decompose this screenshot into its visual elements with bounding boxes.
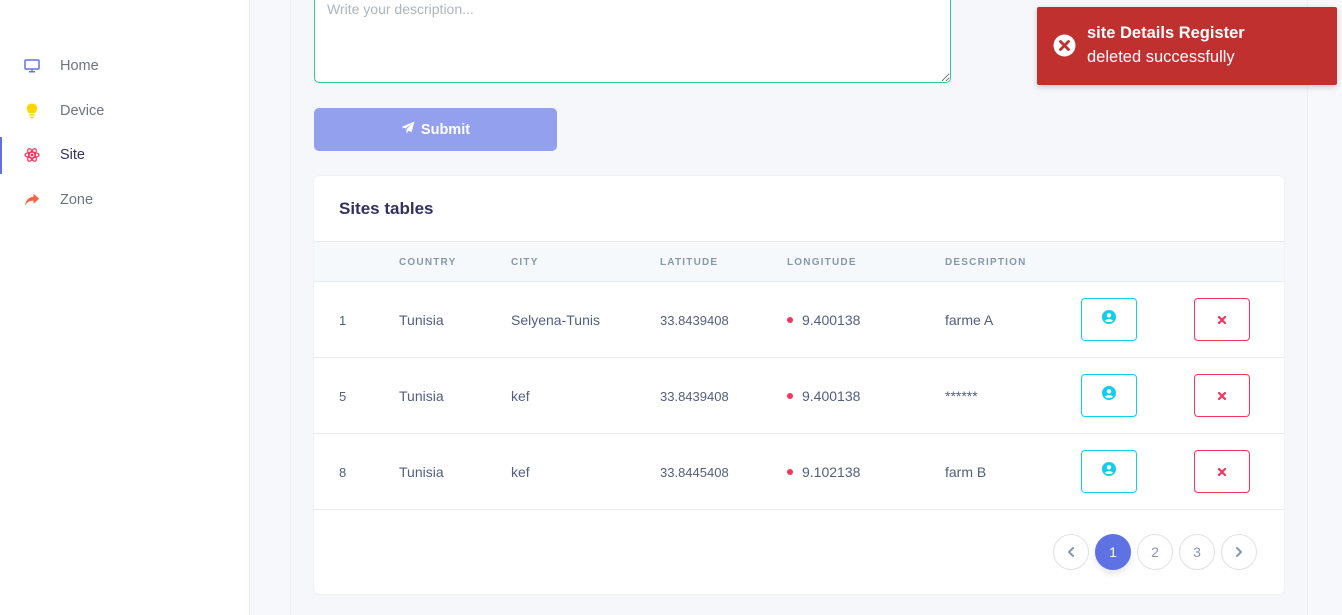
error-circle-icon bbox=[1053, 34, 1076, 57]
sidebar-item-device[interactable]: Device bbox=[0, 89, 250, 134]
sidebar-item-label: Home bbox=[60, 58, 99, 75]
column-header-city: CITY bbox=[511, 257, 539, 268]
table-header: COUNTRY CITY LATITUDE LONGITUDE DESCRIPT… bbox=[314, 241, 1284, 282]
user-circle-icon bbox=[1102, 462, 1116, 481]
row-description: ****** bbox=[945, 388, 978, 404]
monitor-icon bbox=[24, 58, 40, 74]
row-country: Tunisia bbox=[399, 388, 444, 404]
pagination-page-1[interactable]: 1 bbox=[1095, 534, 1131, 570]
atom-icon bbox=[24, 147, 40, 163]
row-city: kef bbox=[511, 388, 530, 404]
pagination-prev[interactable] bbox=[1053, 534, 1089, 570]
pagination-page-2[interactable]: 2 bbox=[1137, 534, 1173, 570]
row-latitude: 33.8439408 bbox=[660, 313, 729, 328]
paper-plane-icon bbox=[401, 121, 415, 138]
bulb-icon bbox=[24, 103, 40, 119]
chevron-left-icon bbox=[1067, 544, 1075, 560]
row-latitude: 33.8439408 bbox=[660, 389, 729, 404]
row-country: Tunisia bbox=[399, 312, 444, 328]
chevron-right-icon bbox=[1235, 544, 1243, 560]
submit-label: Submit bbox=[420, 121, 471, 138]
sidebar-item-home[interactable]: Home bbox=[0, 44, 250, 89]
pagination-page-3[interactable]: 3 bbox=[1179, 534, 1215, 570]
longitude-value: 9.400138 bbox=[802, 312, 861, 328]
sidebar-item-zone[interactable]: Zone bbox=[0, 178, 250, 223]
view-button[interactable] bbox=[1081, 298, 1137, 341]
card-title: Sites tables bbox=[339, 199, 434, 218]
sidebar-item-site[interactable]: Site bbox=[0, 133, 250, 178]
status-dot bbox=[787, 317, 793, 324]
submit-button[interactable]: Submit bbox=[314, 108, 557, 151]
row-description: farm B bbox=[945, 464, 987, 480]
toast-title: site Details Register bbox=[1087, 24, 1245, 42]
sidebar-nav: Home Device Site Zone bbox=[0, 44, 250, 222]
close-icon bbox=[1217, 463, 1227, 481]
row-id: 1 bbox=[339, 313, 347, 328]
longitude-value: 9.400138 bbox=[802, 388, 861, 404]
delete-button[interactable] bbox=[1194, 298, 1250, 341]
status-dot bbox=[787, 469, 793, 476]
view-button[interactable] bbox=[1081, 450, 1137, 493]
column-header-description: DESCRIPTION bbox=[945, 257, 1027, 268]
description-textarea[interactable] bbox=[314, 0, 951, 83]
row-id: 5 bbox=[339, 389, 347, 404]
user-circle-icon bbox=[1102, 386, 1116, 405]
sidebar-item-label: Zone bbox=[60, 192, 94, 209]
delete-button[interactable] bbox=[1194, 450, 1250, 493]
sidebar-item-label: Site bbox=[60, 147, 85, 164]
close-icon bbox=[1217, 387, 1227, 405]
toast-message: deleted successfully bbox=[1087, 48, 1235, 66]
column-header-latitude: LATITUDE bbox=[660, 257, 719, 268]
pagination: 1 2 3 bbox=[1053, 534, 1257, 570]
column-header-country: COUNTRY bbox=[399, 257, 457, 268]
pagination-next[interactable] bbox=[1221, 534, 1257, 570]
longitude-value: 9.102138 bbox=[802, 464, 861, 480]
table-row: 5 Tunisia kef 33.8439408 9.400138 ****** bbox=[314, 358, 1284, 434]
row-latitude: 33.8445408 bbox=[660, 465, 729, 480]
status-dot bbox=[787, 393, 793, 400]
sidebar: Home Device Site Zone bbox=[0, 0, 250, 615]
row-city: kef bbox=[511, 464, 530, 480]
row-country: Tunisia bbox=[399, 464, 444, 480]
delete-button[interactable] bbox=[1194, 374, 1250, 417]
row-id: 8 bbox=[339, 465, 347, 480]
error-toast[interactable]: site Details Register deleted successful… bbox=[1037, 7, 1337, 85]
row-longitude: 9.102138 bbox=[787, 464, 860, 480]
table-row: 1 Tunisia Selyena-Tunis 33.8439408 9.400… bbox=[314, 282, 1284, 358]
sidebar-item-label: Device bbox=[60, 102, 105, 119]
share-arrow-icon bbox=[24, 192, 40, 208]
row-longitude: 9.400138 bbox=[787, 388, 860, 404]
row-longitude: 9.400138 bbox=[787, 312, 860, 328]
column-header-longitude: LONGITUDE bbox=[787, 257, 857, 268]
row-city: Selyena-Tunis bbox=[511, 312, 600, 328]
view-button[interactable] bbox=[1081, 374, 1137, 417]
table-row: 8 Tunisia kef 33.8445408 9.102138 farm B bbox=[314, 434, 1284, 510]
sites-table-card: Sites tables COUNTRY CITY LATITUDE LONGI… bbox=[314, 176, 1284, 594]
user-circle-icon bbox=[1102, 310, 1116, 329]
row-description: farme A bbox=[945, 312, 994, 328]
close-icon bbox=[1217, 311, 1227, 329]
